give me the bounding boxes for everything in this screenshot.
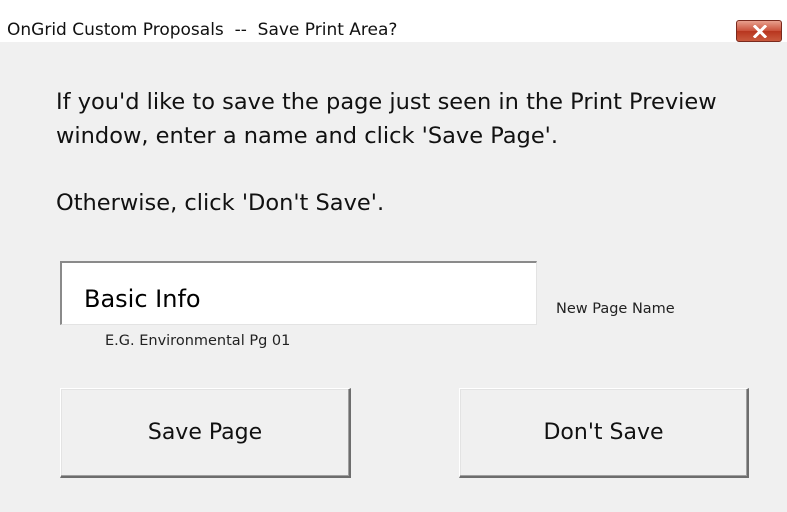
instruction-line-3: Otherwise, click 'Don't Save'. bbox=[56, 190, 385, 216]
title-bar[interactable]: OnGrid Custom Proposals -- Save Print Ar… bbox=[0, 0, 787, 42]
page-name-input[interactable] bbox=[60, 261, 537, 325]
close-button[interactable] bbox=[736, 20, 782, 42]
close-icon bbox=[753, 25, 767, 38]
instruction-line-1: If you'd like to save the page just seen… bbox=[56, 89, 717, 115]
page-name-example: E.G. Environmental Pg 01 bbox=[105, 333, 291, 349]
dont-save-button[interactable]: Don't Save bbox=[459, 388, 749, 478]
page-name-label: New Page Name bbox=[556, 301, 675, 317]
instruction-line-2: window, enter a name and click 'Save Pag… bbox=[56, 123, 559, 149]
window-title: OnGrid Custom Proposals -- Save Print Ar… bbox=[7, 20, 398, 40]
save-print-area-dialog: OnGrid Custom Proposals -- Save Print Ar… bbox=[0, 0, 787, 512]
save-page-button[interactable]: Save Page bbox=[60, 388, 351, 478]
